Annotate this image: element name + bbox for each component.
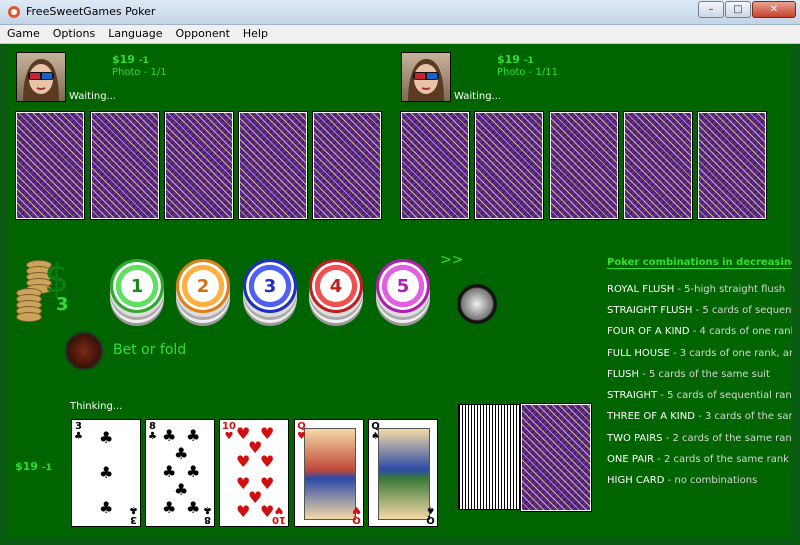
combination-item: TWO PAIRS - 2 cards of the same rank, tw…: [607, 433, 792, 444]
club-icon: ♣: [99, 428, 114, 447]
deck-stack: [458, 404, 524, 510]
chip-value: 5: [387, 270, 419, 302]
maximize-button[interactable]: □: [725, 1, 751, 18]
bet-chip-5[interactable]: 5: [376, 259, 430, 313]
bet-chip-2[interactable]: 2: [176, 259, 230, 313]
club-icon: ♣: [174, 444, 189, 463]
card-rank: 8 ♣: [203, 504, 212, 525]
menu-help[interactable]: Help: [236, 25, 274, 43]
club-icon: ♣: [162, 426, 177, 445]
queen-portrait-icon: [304, 428, 356, 520]
dealer-chip[interactable]: [457, 284, 497, 324]
opponent-1-card: [313, 112, 381, 219]
club-icon: ♣: [186, 426, 201, 445]
avatar-portrait-icon: [23, 59, 59, 101]
player-card-2[interactable]: 8 ♣ ♣ ♣ ♣ ♣ ♣ ♣ ♣ ♣ 8 ♣: [145, 419, 215, 527]
club-icon: ♣: [186, 462, 201, 481]
player-card-3[interactable]: 10 ♥ ♥ ♥ ♥ ♥ ♥ ♥ ♥ ♥ ♥ ♥ 10 ♥: [219, 419, 289, 527]
bet-chip-3[interactable]: 3: [243, 259, 297, 313]
deck-top-card[interactable]: [521, 404, 591, 511]
opponent-2-avatar[interactable]: [401, 52, 451, 102]
bet-or-fold-button[interactable]: [65, 332, 103, 370]
heart-icon: ♥: [236, 502, 251, 521]
next-arrows[interactable]: >>: [440, 252, 463, 268]
card-rank: Q ♠: [371, 421, 380, 442]
club-icon: ♣: [162, 462, 177, 481]
player-money: $19 -1: [15, 460, 52, 473]
opponent-1-card: [239, 112, 307, 219]
card-rank: Q ♥: [297, 421, 306, 442]
opponent-2-card: [550, 112, 618, 219]
menu-options[interactable]: Options: [46, 25, 101, 43]
poker-table: $19 -1 Photo - 1/1 Waiting... $19 -1 Pho…: [8, 44, 792, 537]
combination-item: STRAIGHT FLUSH - 5 cards of sequential r…: [607, 305, 792, 316]
chip-value: 3: [254, 270, 286, 302]
bet-or-fold-label: Bet or fold: [113, 342, 187, 358]
opponent-1-card: [16, 112, 84, 219]
opponent-1-photo-label: Photo - 1/1: [112, 67, 167, 78]
player-card-5[interactable]: Q ♠ Q ♠: [368, 419, 438, 527]
game-window: FreeSweetGames Poker – □ ✕ Game Options …: [0, 0, 800, 545]
opponent-1-status: Waiting...: [69, 91, 117, 102]
opponent-2-card: [698, 112, 766, 219]
combination-item: ONE PAIR - 2 cards of the same rank: [607, 454, 789, 465]
opponent-2-status: Waiting...: [454, 91, 502, 102]
opponent-1-avatar[interactable]: [16, 52, 66, 102]
opponent-2-card: [624, 112, 692, 219]
poker-chip-icon: [8, 6, 20, 18]
combination-item: FULL HOUSE - 3 cards of one rank, and 2 …: [607, 348, 792, 359]
chip-value: 2: [187, 270, 219, 302]
card-rank: 10 ♥: [222, 421, 236, 442]
player-card-1[interactable]: 3 ♣ ♣ ♣ ♣ 3 ♣: [71, 419, 141, 527]
opponent-1-money: $19 -1: [112, 53, 149, 66]
opponent-1-card: [91, 112, 159, 219]
combination-item: ROYAL FLUSH - 5-high straight flush: [607, 284, 786, 295]
title-bar: FreeSweetGames Poker – □ ✕: [0, 0, 800, 25]
menu-opponent[interactable]: Opponent: [169, 25, 236, 43]
bet-chip-4[interactable]: 4: [309, 259, 363, 313]
menu-language[interactable]: Language: [101, 25, 168, 43]
avatar-portrait-icon: [408, 59, 444, 101]
combination-item: FOUR OF A KIND - 4 cards of one rank: [607, 326, 792, 337]
menu-game[interactable]: Game: [0, 25, 46, 43]
card-rank: 10 ♥: [272, 504, 286, 525]
opponent-1-card: [165, 112, 233, 219]
chip-value: 1: [121, 270, 153, 302]
card-rank: 3 ♣: [129, 504, 138, 525]
card-rank: Q ♠: [426, 504, 435, 525]
combination-item: THREE OF A KIND - 3 cards of the same ra…: [607, 411, 792, 422]
minimize-button[interactable]: –: [698, 1, 724, 18]
heart-icon: ♥: [260, 452, 275, 471]
club-icon: ♣: [174, 480, 189, 499]
heart-icon: ♥: [236, 452, 251, 471]
combination-item: HIGH CARD - no combinations: [607, 475, 758, 486]
club-icon: ♣: [162, 498, 177, 517]
card-rank: 8 ♣: [148, 421, 157, 442]
menu-bar: Game Options Language Opponent Help: [0, 25, 800, 44]
club-icon: ♣: [99, 463, 114, 482]
opponent-2-card: [401, 112, 469, 219]
combinations-title: Poker combinations in decreasing order: [607, 257, 792, 269]
combination-item: FLUSH - 5 cards of the same suit: [607, 369, 770, 380]
bet-chip-1[interactable]: 1: [110, 259, 164, 313]
opponent-2-card: [475, 112, 543, 219]
close-button[interactable]: ✕: [752, 1, 796, 18]
window-title: FreeSweetGames Poker: [26, 5, 156, 18]
card-rank: 3 ♣: [74, 421, 83, 442]
club-icon: ♣: [99, 498, 114, 517]
chip-value: 4: [320, 270, 352, 302]
player-card-4[interactable]: Q ♥ Q ♥: [294, 419, 364, 527]
player-status: Thinking...: [70, 401, 123, 412]
club-icon: ♣: [186, 498, 201, 517]
coin-count: 3: [56, 294, 69, 315]
combination-item: STRAIGHT - 5 cards of sequential rank: [607, 390, 792, 401]
opponent-2-photo-label: Photo - 1/11: [497, 67, 558, 78]
opponent-2-money: $19 -1: [497, 53, 534, 66]
queen-portrait-icon: [378, 428, 430, 520]
card-rank: Q ♥: [352, 504, 361, 525]
